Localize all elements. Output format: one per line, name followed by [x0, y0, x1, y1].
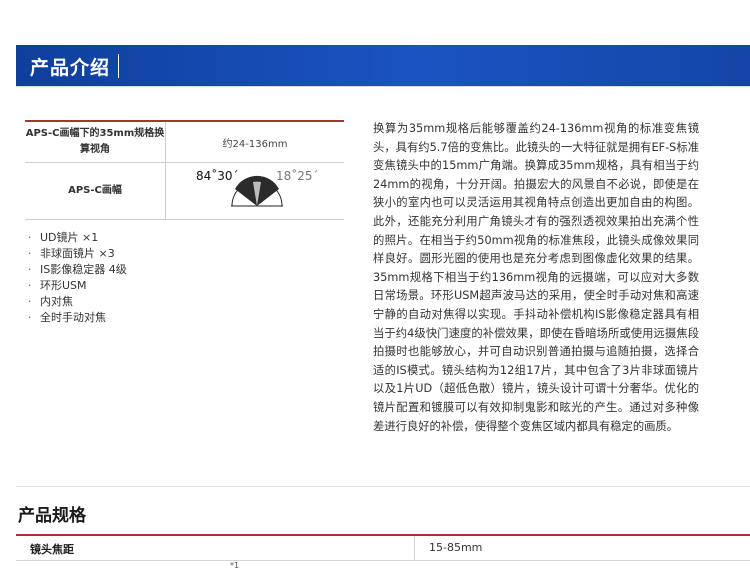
- angle-diagram-cell: 84˚30´ 18˚25´: [165, 162, 344, 220]
- section-banner: 产品介绍: [16, 45, 750, 87]
- banner-divider: [118, 54, 119, 78]
- feature-list: · UD镜片 ×1 · 非球面镜片 ×3 · IS影像稳定器 4级 · 环形USM · 内…: [28, 230, 127, 326]
- bullet-icon: ·: [28, 231, 32, 244]
- table-row: 镜头焦距 15-85mm: [16, 536, 750, 561]
- bullet-icon: ·: [28, 295, 32, 308]
- bullet-icon: ·: [28, 279, 32, 292]
- list-item: · 环形USM: [28, 278, 127, 294]
- divider: [16, 86, 750, 87]
- bullet-icon: ·: [28, 311, 32, 324]
- feature-text: UD镜片 ×1: [40, 231, 99, 244]
- column-divider: [414, 536, 415, 560]
- angle-of-view-icon: [231, 175, 283, 207]
- list-item: · 全时手动对焦: [28, 310, 127, 326]
- bullet-icon: ·: [28, 247, 32, 260]
- row-header: APS-C画幅: [25, 162, 166, 220]
- list-item: · UD镜片 ×1: [28, 230, 127, 246]
- divider: [16, 486, 750, 487]
- product-description: 换算为35mm规格后能够覆盖约24-136mm视角的标准变焦镜头，具有约5.7倍…: [373, 122, 699, 433]
- bullet-icon: ·: [28, 263, 32, 276]
- list-item: · 非球面镜片 ×3: [28, 246, 127, 262]
- spec-key: 镜头焦距: [30, 543, 74, 556]
- row-header: APS-C画幅下的35mm规格换算视角: [25, 121, 166, 163]
- spec-value: 15-85mm: [429, 541, 483, 554]
- list-item: · IS影像稳定器 4级: [28, 262, 127, 278]
- field-of-view-table: APS-C画幅下的35mm规格换算视角 约24-136mm APS-C画幅 84…: [25, 120, 344, 220]
- table-row: APS-C画幅 84˚30´ 18˚25´: [25, 162, 344, 220]
- feature-text: 环形USM: [40, 279, 87, 292]
- specs-title: 产品规格: [18, 506, 86, 526]
- feature-text: IS影像稳定器 4级: [40, 263, 127, 276]
- feature-text: 全时手动对焦: [40, 311, 106, 324]
- feature-text: 内对焦: [40, 295, 73, 308]
- footnote-mark: *1: [230, 561, 240, 570]
- feature-text: 非球面镜片 ×3: [40, 247, 115, 260]
- table-row: APS-C画幅下的35mm规格换算视角 约24-136mm: [25, 121, 344, 163]
- section-title: 产品介绍: [30, 57, 111, 79]
- fov-value: 约24-136mm: [165, 121, 344, 163]
- list-item: · 内对焦: [28, 294, 127, 310]
